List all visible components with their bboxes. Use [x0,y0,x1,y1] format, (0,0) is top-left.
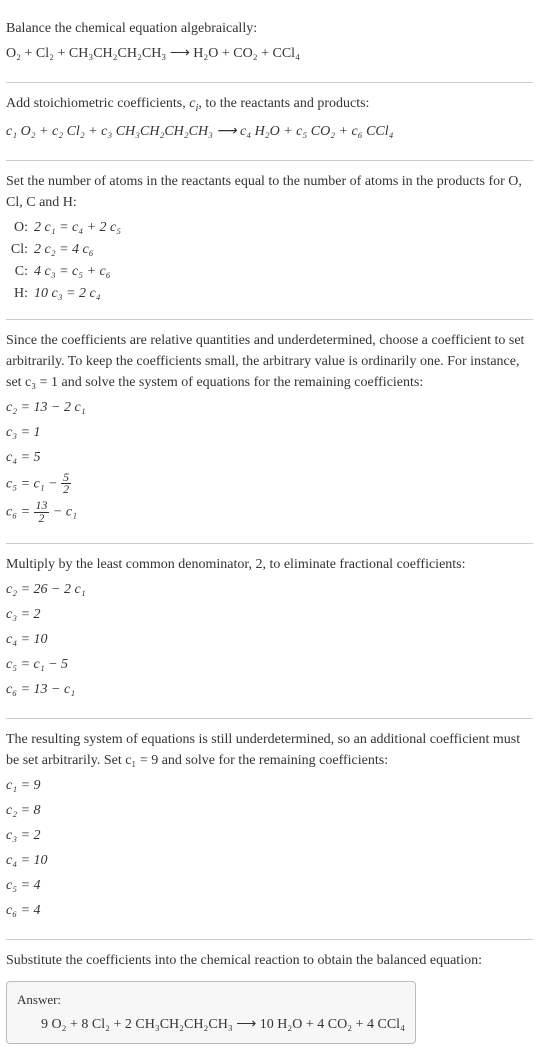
atom-eq-h: 10 c₃ = 2 c₄ [34,283,101,304]
atom-row-c: C: 4 c₃ = c₅ + c₆ [6,261,533,282]
section-atom-balance: Set the number of atoms in the reactants… [6,161,533,320]
final-c3: c₃ = 2 [6,825,533,846]
atom-label-c: C: [6,261,34,282]
final-c1: c₁ = 9 [6,775,533,796]
c5-line: c₅ = c₁ − 52 [6,472,533,497]
c4-line: c₄ = 5 [6,447,533,468]
coef-equation: c₁ O₂ + c₂ Cl₂ + c₃ CH₃CH₂CH₂CH₃ ⟶ c₄ H₂… [6,121,533,142]
answer-box: Answer: 9 O₂ + 8 Cl₂ + 2 CH₃CH₂CH₂CH₃ ⟶ … [6,981,416,1044]
section-answer: Substitute the coefficients into the che… [6,940,533,1048]
intro-text: Balance the chemical equation algebraica… [6,18,533,39]
c6-frac: 132 [34,500,50,525]
lcd-c3: c₃ = 2 [6,604,533,625]
substitute-text: Substitute the coefficients into the che… [6,950,533,971]
c5-frac: 52 [61,472,71,497]
atom-row-cl: Cl: 2 c₂ = 4 c₆ [6,239,533,260]
c6-post: − c₁ [49,505,77,520]
final-c5: c₅ = 4 [6,875,533,896]
section-arbitrary-coef: Since the coefficients are relative quan… [6,320,533,545]
c5-den: 2 [61,484,71,496]
atom-row-h: H: 10 c₃ = 2 c₄ [6,283,533,304]
final-c4: c₄ = 10 [6,850,533,871]
atom-eq-cl: 2 c₂ = 4 c₆ [34,239,94,260]
c5-pre: c₅ = c₁ − [6,476,61,491]
setc1-text: The resulting system of equations is sti… [6,729,533,771]
lcd-c5: c₅ = c₁ − 5 [6,654,533,675]
c6-den: 2 [34,513,50,525]
c2-line: c₂ = 13 − 2 c₁ [6,397,533,418]
section-multiply-lcd: Multiply by the least common denominator… [6,544,533,719]
answer-label: Answer: [17,990,405,1010]
lcd-c2: c₂ = 26 − 2 c₁ [6,579,533,600]
original-equation: O₂ + Cl₂ + CH₃CH₂CH₂CH₃ ⟶ H₂O + CO₂ + CC… [6,43,533,64]
section-balance-intro: Balance the chemical equation algebraica… [6,8,533,83]
atom-label-o: O: [6,217,34,238]
arbitrary-text: Since the coefficients are relative quan… [6,330,533,393]
section-set-c1: The resulting system of equations is sti… [6,719,533,940]
lcd-c6: c₆ = 13 − c₁ [6,679,533,700]
final-c2: c₂ = 8 [6,800,533,821]
c6-line: c₆ = 132 − c₁ [6,500,533,525]
coef-text-part1: Add stoichiometric coefficients, [6,96,189,111]
c3-line: c₃ = 1 [6,422,533,443]
final-c6: c₆ = 4 [6,900,533,921]
section-add-coefficients: Add stoichiometric coefficients, ci, to … [6,83,533,161]
atom-label-h: H: [6,283,34,304]
balanced-equation: 9 O₂ + 8 Cl₂ + 2 CH₃CH₂CH₂CH₃ ⟶ 10 H₂O +… [17,1014,405,1035]
atom-text: Set the number of atoms in the reactants… [6,171,533,213]
atom-eq-c: 4 c₃ = c₅ + c₆ [34,261,111,282]
coef-text-part2: , to the reactants and products: [198,96,369,111]
atom-label-cl: Cl: [6,239,34,260]
coef-text: Add stoichiometric coefficients, ci, to … [6,93,533,117]
lcd-c4: c₄ = 10 [6,629,533,650]
lcd-text: Multiply by the least common denominator… [6,554,533,575]
c6-pre: c₆ = [6,505,34,520]
atom-row-o: O: 2 c₁ = c₄ + 2 c₅ [6,217,533,238]
atom-eq-o: 2 c₁ = c₄ + 2 c₅ [34,217,121,238]
